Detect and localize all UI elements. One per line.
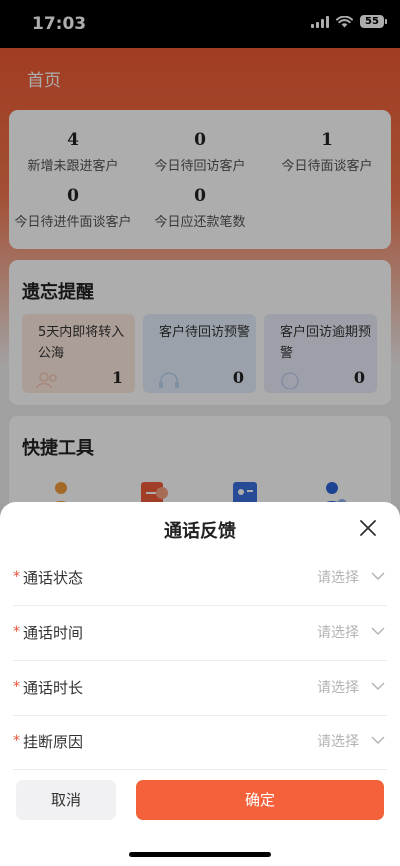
field-call-time[interactable]: * 通话时间 请选择 — [13, 606, 387, 661]
field-label: 通话时间 — [23, 624, 84, 642]
field-hangup-reason[interactable]: * 挂断原因 请选择 — [13, 715, 387, 770]
cancel-button[interactable]: 取消 — [16, 780, 116, 820]
field-label: 通话状态 — [23, 569, 84, 587]
call-feedback-sheet: 通话反馈 * 通话状态 请选择 * 通话时间 请选择 * 通话时长 请选择 * … — [0, 502, 400, 866]
home-indicator — [129, 852, 271, 857]
field-placeholder: 请选择 — [317, 680, 359, 696]
field-label: 挂断原因 — [23, 733, 84, 751]
sheet-title: 通话反馈 — [164, 521, 236, 542]
field-call-status[interactable]: * 通话状态 请选择 — [13, 551, 387, 606]
field-placeholder: 请选择 — [317, 734, 359, 750]
confirm-button[interactable]: 确定 — [136, 780, 384, 820]
chevron-down-icon — [371, 572, 385, 580]
field-placeholder: 请选择 — [317, 625, 359, 641]
field-placeholder: 请选择 — [317, 570, 359, 586]
required-mark: * — [13, 679, 20, 695]
chevron-down-icon — [371, 627, 385, 635]
chevron-down-icon — [371, 736, 385, 744]
chevron-down-icon — [371, 682, 385, 690]
required-mark: * — [13, 624, 20, 640]
required-mark: * — [13, 733, 20, 749]
field-call-duration[interactable]: * 通话时长 请选择 — [13, 661, 387, 716]
field-label: 通话时长 — [23, 679, 84, 697]
close-icon[interactable] — [358, 518, 378, 538]
required-mark: * — [13, 569, 20, 585]
